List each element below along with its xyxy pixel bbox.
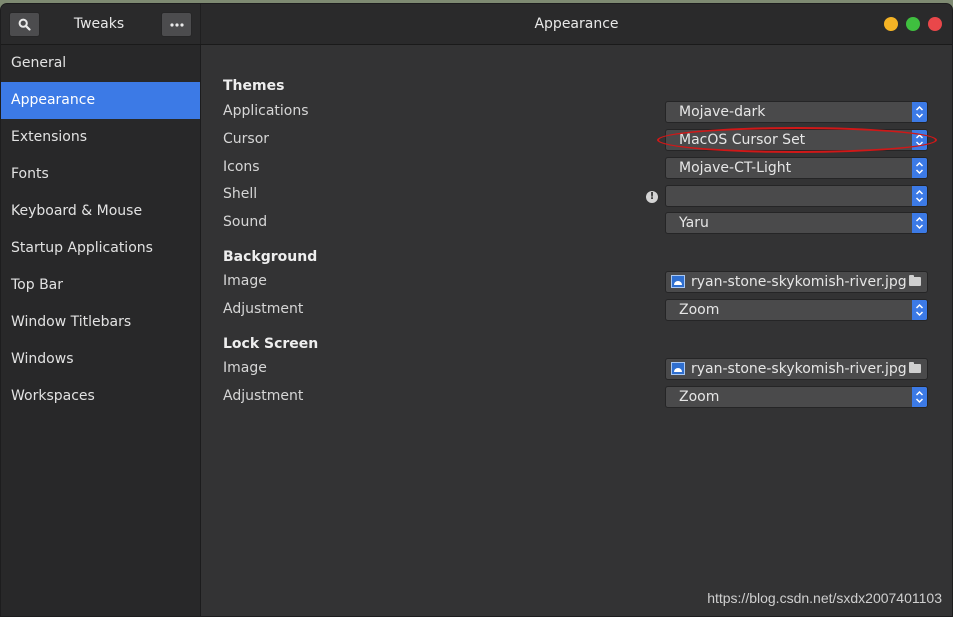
applications-theme-select[interactable]: Mojave-dark (665, 101, 928, 123)
menu-button[interactable] (161, 12, 192, 37)
shell-label: Shell (223, 186, 258, 202)
cursor-label: Cursor (223, 131, 270, 147)
shell-theme-select[interactable] (665, 185, 928, 207)
applications-theme-value: Mojave-dark (679, 104, 766, 120)
themes-heading: Themes (223, 78, 285, 94)
select-arrows-icon (912, 213, 927, 233)
sidebar-item-window-titlebars[interactable]: Window Titlebars (1, 304, 200, 341)
lock-screen-adjustment-select[interactable]: Zoom (665, 386, 928, 408)
select-arrows-icon (912, 158, 927, 178)
select-arrows-icon (912, 300, 927, 320)
search-button[interactable] (9, 12, 40, 37)
appearance-panel: Themes Applications Mojave-dark Cursor M… (201, 45, 952, 616)
sidebar-item-general[interactable]: General (1, 45, 200, 82)
sidebar-item-startup-applications[interactable]: Startup Applications (1, 230, 200, 267)
folder-icon (909, 362, 921, 373)
icons-theme-select[interactable]: Mojave-CT-Light (665, 157, 928, 179)
highlight-annotation (657, 127, 937, 153)
tweaks-window: Tweaks Appearance General Appearance Ext… (0, 3, 953, 617)
background-adjustment-value: Zoom (679, 302, 720, 318)
sidebar: General Appearance Extensions Fonts Keyb… (1, 45, 201, 616)
page-title: Appearance (534, 16, 619, 32)
lock-screen-adjustment-value: Zoom (679, 389, 720, 405)
minimize-button[interactable] (884, 17, 898, 31)
select-arrows-icon (912, 186, 927, 206)
watermark-text: https://blog.csdn.net/sxdx2007401103 (707, 590, 942, 606)
background-image-label: Image (223, 273, 267, 289)
sound-theme-value: Yaru (679, 215, 709, 231)
sound-label: Sound (223, 214, 268, 230)
maximize-button[interactable] (906, 17, 920, 31)
search-icon (18, 18, 31, 31)
background-adjustment-label: Adjustment (223, 301, 304, 317)
background-heading: Background (223, 249, 318, 265)
lock-screen-image-chooser[interactable]: ryan-stone-skykomish-river.jpg (665, 358, 928, 380)
lock-screen-image-value: ryan-stone-skykomish-river.jpg (691, 361, 907, 377)
lock-screen-heading: Lock Screen (223, 336, 319, 352)
sound-theme-select[interactable]: Yaru (665, 212, 928, 234)
sidebar-item-extensions[interactable]: Extensions (1, 119, 200, 156)
sidebar-item-fonts[interactable]: Fonts (1, 156, 200, 193)
icons-theme-value: Mojave-CT-Light (679, 160, 792, 176)
sidebar-item-top-bar[interactable]: Top Bar (1, 267, 200, 304)
image-file-icon (671, 275, 685, 288)
warning-icon: ! (646, 191, 658, 203)
image-file-icon (671, 362, 685, 375)
background-image-chooser[interactable]: ryan-stone-skykomish-river.jpg (665, 271, 928, 293)
icons-label: Icons (223, 159, 260, 175)
background-image-value: ryan-stone-skykomish-river.jpg (691, 274, 907, 290)
folder-icon (909, 275, 921, 286)
select-arrows-icon (912, 102, 927, 122)
header-left: Tweaks (1, 4, 201, 44)
applications-label: Applications (223, 103, 309, 119)
background-adjustment-select[interactable]: Zoom (665, 299, 928, 321)
more-icon (169, 22, 184, 27)
sidebar-item-workspaces[interactable]: Workspaces (1, 378, 200, 415)
sidebar-item-appearance[interactable]: Appearance (1, 82, 200, 119)
sidebar-item-keyboard-mouse[interactable]: Keyboard & Mouse (1, 193, 200, 230)
lock-screen-image-label: Image (223, 360, 267, 376)
close-button[interactable] (928, 17, 942, 31)
lock-screen-adjustment-label: Adjustment (223, 388, 304, 404)
select-arrows-icon (912, 387, 927, 407)
header-bar: Tweaks Appearance (1, 4, 952, 45)
sidebar-item-windows[interactable]: Windows (1, 341, 200, 378)
app-title: Tweaks (73, 16, 125, 32)
